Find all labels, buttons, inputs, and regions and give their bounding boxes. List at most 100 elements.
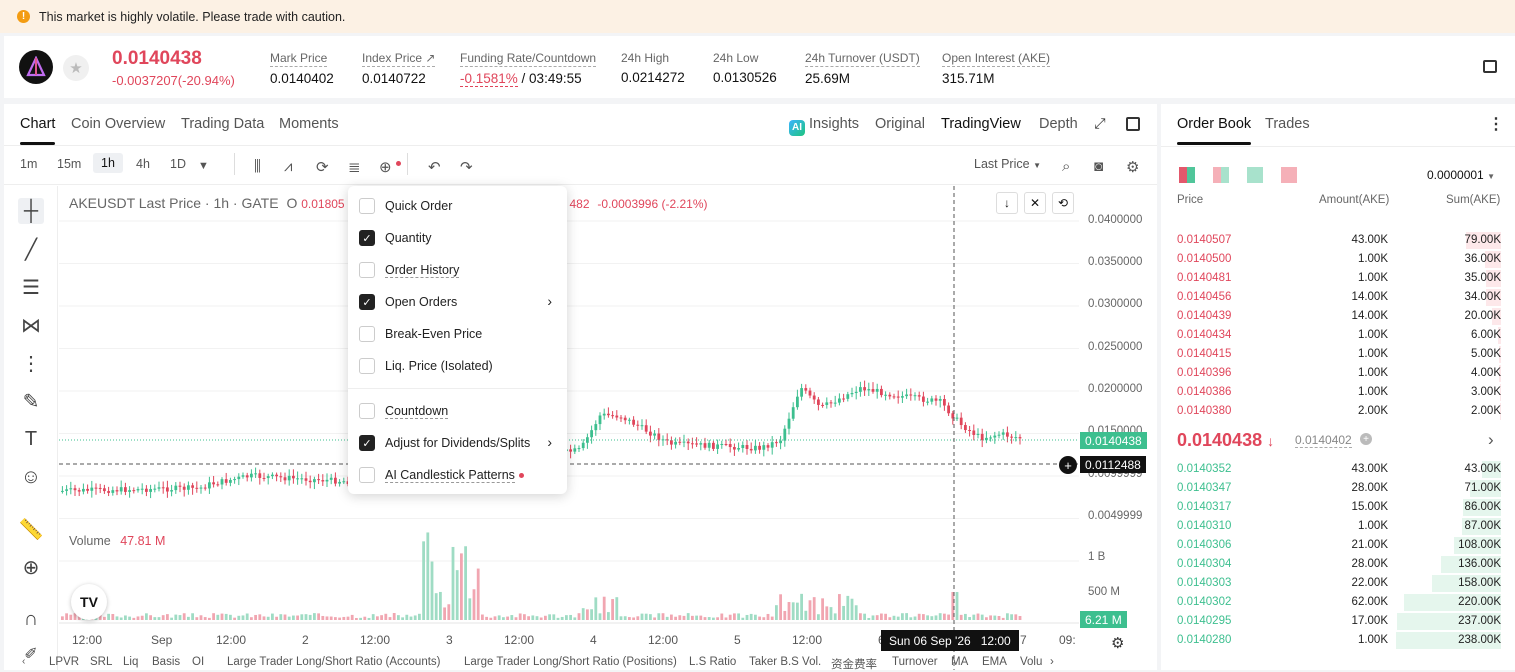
chevron-right-icon[interactable]: ›: [547, 434, 552, 450]
chevron-right-icon[interactable]: ›: [1488, 430, 1494, 450]
brush-icon[interactable]: ✎: [18, 388, 44, 414]
insights-button[interactable]: AI Insights: [789, 116, 859, 136]
axis-settings-icon[interactable]: ⚙: [1111, 634, 1124, 652]
view-depth[interactable]: Depth: [1039, 116, 1078, 132]
precision-select[interactable]: 0.0000001 ▼: [1427, 168, 1495, 182]
bid-row[interactable]: 0.0140295 17.00K 237.00K: [1161, 612, 1501, 631]
add-settings-icon[interactable]: ⊕: [379, 158, 401, 176]
tab-order-book[interactable]: Order Book: [1177, 116, 1252, 145]
ask-row[interactable]: 0.0140500 1.00K 36.00K: [1161, 250, 1501, 269]
bid-row[interactable]: 0.0140317 15.00K 86.00K: [1161, 498, 1501, 517]
templates-icon[interactable]: ≣: [348, 158, 361, 176]
collapse-icon[interactable]: ✕: [1024, 192, 1046, 214]
indicator-item[interactable]: OI: [192, 656, 204, 668]
expand-icon[interactable]: ⤢: [1094, 116, 1106, 132]
indicator-item[interactable]: SRL: [90, 656, 112, 668]
arrow-down-icon[interactable]: ↓: [996, 192, 1018, 214]
bid-row[interactable]: 0.0140310 1.00K 87.00K: [1161, 517, 1501, 536]
compare-icon[interactable]: ⟳: [316, 158, 329, 176]
view-tradingview[interactable]: TradingView: [941, 116, 1021, 132]
timeframe-1h[interactable]: 1h: [93, 153, 123, 173]
gear-icon[interactable]: ⚙: [1126, 158, 1139, 176]
menu-item-order-history[interactable]: Order History: [359, 262, 460, 278]
indicator-item[interactable]: Turnover: [892, 656, 938, 668]
view-asks-icon[interactable]: [1281, 167, 1297, 183]
bid-row[interactable]: 0.0140304 28.00K 136.00K: [1161, 555, 1501, 574]
indicator-item[interactable]: Large Trader Long/Short Ratio (Accounts): [227, 656, 441, 668]
redo-icon[interactable]: ↷: [460, 158, 473, 176]
more-icon[interactable]: ⋮: [1488, 114, 1504, 134]
ask-row[interactable]: 0.0140481 1.00K 35.00K: [1161, 269, 1501, 288]
menu-item-adjust-dividends[interactable]: ✓ Adjust for Dividends/Splits: [359, 435, 530, 451]
timeframe-4h[interactable]: 4h: [136, 157, 150, 171]
indicator-item[interactable]: L.S Ratio: [689, 656, 736, 668]
bid-row[interactable]: 0.0140347 28.00K 71.00K: [1161, 479, 1501, 498]
tab-chart[interactable]: Chart: [20, 116, 56, 145]
timeframe-1m[interactable]: 1m: [20, 157, 37, 171]
price-type-select[interactable]: Last Price ▼: [974, 157, 1041, 171]
menu-item-countdown[interactable]: Countdown: [359, 403, 449, 419]
timeframe-15m[interactable]: 15m: [57, 157, 81, 171]
indicator-item[interactable]: Basis: [152, 656, 180, 668]
ruler-icon[interactable]: 📏: [18, 516, 44, 542]
crosshair-icon[interactable]: ┼: [18, 198, 44, 224]
reset-icon[interactable]: ⟲: [1052, 192, 1074, 214]
ask-row[interactable]: 0.0140380 2.00K 2.00K: [1161, 402, 1501, 421]
indicator-item[interactable]: LPVR: [49, 656, 79, 668]
view-split-icon[interactable]: [1213, 167, 1229, 183]
stat-index-price[interactable]: Index Price ↗ 0.0140722: [362, 50, 436, 86]
checkbox[interactable]: [359, 467, 375, 483]
ask-row[interactable]: 0.0140439 14.00K 20.00K: [1161, 307, 1501, 326]
book-icon[interactable]: [1483, 60, 1497, 73]
checkbox[interactable]: [359, 358, 375, 374]
ask-row[interactable]: 0.0140456 14.00K 34.00K: [1161, 288, 1501, 307]
menu-item-open-orders[interactable]: ✓ Open Orders: [359, 294, 457, 310]
fib-icon[interactable]: ⋮: [18, 350, 44, 376]
tab-coin-overview[interactable]: Coin Overview: [71, 116, 165, 132]
indicator-item[interactable]: EMA: [982, 656, 1007, 668]
tab-moments[interactable]: Moments: [279, 116, 339, 132]
chart-plot-area[interactable]: [59, 186, 1079, 670]
menu-item-break-even[interactable]: Break-Even Price: [359, 326, 482, 342]
ask-row[interactable]: 0.0140386 1.00K 3.00K: [1161, 383, 1501, 402]
indicator-item[interactable]: Large Trader Long/Short Ratio (Positions…: [464, 656, 677, 668]
zoom-in-icon[interactable]: ⊕: [18, 554, 44, 580]
bid-row[interactable]: 0.0140352 43.00K 43.00K: [1161, 460, 1501, 479]
collapse-left-icon[interactable]: ‹: [22, 656, 25, 667]
pattern-icon[interactable]: ⋈: [18, 312, 44, 338]
view-bids-icon[interactable]: [1247, 167, 1263, 183]
scroll-right-icon[interactable]: ›: [1050, 656, 1054, 668]
timeframe-1d[interactable]: 1D: [170, 157, 186, 171]
timeframe-dropdown-icon[interactable]: ▼: [198, 160, 209, 172]
window-icon[interactable]: [1126, 117, 1140, 131]
ask-row[interactable]: 0.0140415 1.00K 5.00K: [1161, 345, 1501, 364]
magnet-icon[interactable]: ∩: [18, 606, 44, 632]
emoji-icon[interactable]: ☺: [18, 464, 44, 490]
bid-row[interactable]: 0.0140303 22.00K 158.00K: [1161, 574, 1501, 593]
ask-row[interactable]: 0.0140507 43.00K 79.00K: [1161, 231, 1501, 250]
bid-row[interactable]: 0.0140280 1.00K 238.00K: [1161, 631, 1501, 650]
checkbox[interactable]: [359, 403, 375, 419]
menu-item-liq-price[interactable]: Liq. Price (Isolated): [359, 358, 493, 374]
indicator-item[interactable]: Volu: [1020, 656, 1042, 668]
undo-icon[interactable]: ↶: [428, 158, 441, 176]
checkbox-checked[interactable]: ✓: [359, 294, 375, 310]
ask-row[interactable]: 0.0140434 1.00K 6.00K: [1161, 326, 1501, 345]
trend-line-icon[interactable]: ╱: [18, 236, 44, 262]
menu-item-ai-patterns[interactable]: AI Candlestick Patterns: [359, 467, 524, 483]
horizontal-lines-icon[interactable]: ☰: [18, 274, 44, 300]
checkbox[interactable]: [359, 198, 375, 214]
favorite-star-icon[interactable]: ★: [63, 55, 89, 81]
bid-row[interactable]: 0.0140302 62.00K 220.00K: [1161, 593, 1501, 612]
view-both-icon[interactable]: [1179, 167, 1195, 183]
text-tool-icon[interactable]: T: [18, 426, 44, 452]
indicator-item[interactable]: Taker B.S Vol.: [749, 656, 821, 668]
tradingview-logo[interactable]: TV: [71, 584, 107, 620]
checkbox[interactable]: [359, 326, 375, 342]
menu-item-quantity[interactable]: ✓ Quantity: [359, 230, 432, 246]
indicator-item[interactable]: MA: [951, 656, 968, 668]
search-icon[interactable]: ⌕: [1062, 158, 1070, 175]
info-icon[interactable]: +: [1360, 433, 1372, 445]
camera-icon[interactable]: ◙: [1094, 158, 1103, 175]
candle-type-icon[interactable]: ⫼: [254, 158, 261, 175]
